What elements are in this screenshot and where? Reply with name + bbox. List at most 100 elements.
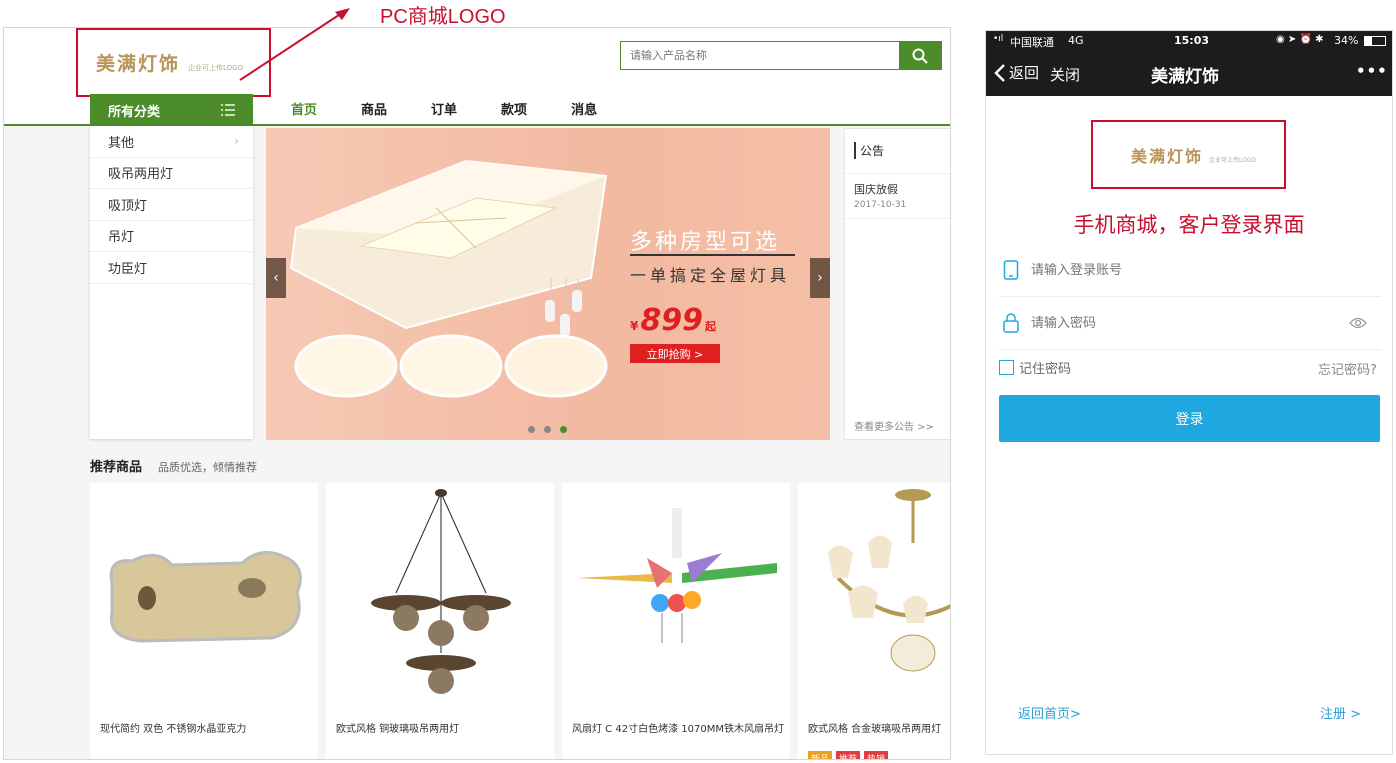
category-other[interactable]: 其他 › (90, 126, 253, 158)
login-button[interactable]: 登录 (999, 395, 1380, 442)
network-type: 4G (1068, 34, 1084, 47)
category-list: 其他 › 吸吊两用灯 吸顶灯 吊灯 功臣灯 (90, 126, 253, 439)
product-card[interactable]: 风扇灯 C 42寸白色烤漆 1070MM铁木风扇吊灯 (562, 483, 790, 759)
search-input[interactable] (621, 42, 899, 69)
banner-divider (630, 254, 795, 256)
mobile-logo-text: 美满灯饰 (1131, 146, 1204, 166)
phone-icon (1003, 260, 1019, 280)
notice-title: 公告 (854, 142, 884, 159)
product-image (828, 489, 950, 672)
nav-messages[interactable]: 消息 (571, 99, 597, 118)
remember-checkbox[interactable] (999, 360, 1014, 375)
back-button[interactable]: 返回 (994, 62, 1039, 83)
banner-price: ¥ 899 起 (630, 303, 716, 338)
remember-label: 记住密码 (1019, 362, 1072, 377)
banner-next-button[interactable]: › (810, 258, 830, 298)
battery-icon (1364, 36, 1386, 46)
banner-subline: 一单搞定全屋灯具 (630, 266, 791, 285)
tag-new: 新品 (808, 751, 833, 759)
banner-dot-1[interactable] (528, 426, 535, 433)
chevron-right-icon: › (234, 134, 239, 149)
close-button[interactable]: 关闭 (1050, 64, 1080, 85)
category-label: 功臣灯 (108, 261, 148, 277)
password-input[interactable] (1031, 315, 1331, 331)
banner-currency: ¥ (630, 319, 639, 333)
category-label: 吊灯 (108, 230, 135, 246)
category-label: 吸顶灯 (108, 198, 148, 214)
remember-password[interactable]: 记住密码 (999, 358, 1071, 377)
register-link[interactable]: 注册 > (1320, 703, 1361, 722)
tag-hot: 热销 (864, 751, 889, 759)
nav-home[interactable]: 首页 (291, 99, 317, 118)
lock-icon (1003, 313, 1019, 333)
product-image (109, 551, 302, 643)
title-bar: 返回 关闭 美满灯饰 ••• (986, 51, 1392, 96)
tag-recommend: 推荐 (836, 751, 861, 759)
product-card[interactable]: 欧式风格 合金玻璃吸吊两用灯 新品 推荐 热销 (798, 483, 950, 759)
banner-buy-button[interactable]: 立即抢购 > (630, 344, 720, 363)
notice-item-date: 2017-10-31 (854, 200, 907, 210)
mobile-annotation: 手机商城，客户登录界面 (1073, 213, 1305, 237)
forgot-password-link[interactable]: 忘记密码? (1318, 359, 1377, 378)
mobile-logo-sub: 企业可上传LOGO (1209, 157, 1257, 164)
more-menu-button[interactable]: ••• (1356, 62, 1388, 80)
banner-price-value: 899 (640, 303, 703, 338)
chevron-left-icon (994, 63, 1005, 82)
banner-headline: 多种房型可选 (630, 230, 781, 255)
menu-icon (221, 104, 235, 116)
notice-more-link[interactable]: 查看更多公告 >> (854, 418, 934, 433)
chevron-left-icon: ‹ (273, 270, 279, 286)
search-button[interactable] (899, 42, 941, 69)
back-home-link[interactable]: 返回首页> (1018, 703, 1081, 722)
back-label: 返回 (1009, 64, 1040, 82)
product-name: 欧式风格 合金玻璃吸吊两用灯 (808, 724, 942, 735)
category-header[interactable]: 所有分类 (90, 94, 253, 126)
annotation-arrow-icon (239, 8, 350, 81)
battery-level: 34% (1334, 34, 1359, 47)
product-name: 欧式风格 铜玻璃吸吊两用灯 (336, 724, 460, 735)
product-name: 风扇灯 C 42寸白色烤漆 1070MM铁木风扇吊灯 (572, 724, 784, 735)
product-card[interactable]: 现代简约 双色 不锈钢水晶亚克力 (90, 483, 318, 759)
eye-icon[interactable] (1349, 317, 1367, 329)
search-icon (912, 48, 928, 64)
recommend-subtitle: 品质优选，倾情推荐 (158, 461, 257, 474)
page-title: 美满灯饰 (1151, 67, 1219, 87)
password-field (999, 297, 1381, 350)
category-dual-lamp[interactable]: 吸吊两用灯 (90, 158, 253, 189)
product-image (371, 489, 511, 694)
notice-panel: 公告 国庆放假 2017-10-31 查看更多公告 >> (844, 128, 950, 440)
mobile-logo: 美满灯饰 企业可上传LOGO (1091, 120, 1286, 189)
category-label: 吸吊两用灯 (108, 167, 174, 183)
signal-icon: •ıl (993, 34, 1004, 44)
notice-item-title[interactable]: 国庆放假 (854, 181, 898, 197)
notice-divider (845, 173, 950, 174)
nav-payments[interactable]: 款项 (501, 99, 527, 118)
status-bar: •ıl 中国联通 4G 15:03 ◉ ➤ ⏰ ✱ 34% (986, 31, 1392, 51)
mobile-login-page: •ıl 中国联通 4G 15:03 ◉ ➤ ⏰ ✱ 34% 返回 关闭 美满灯饰… (985, 30, 1393, 755)
pc-logo-annotation: PC商城LOGO (380, 6, 506, 28)
category-gongchen-lamp[interactable]: 功臣灯 (90, 252, 253, 284)
clock: 15:03 (1174, 34, 1210, 47)
status-icons: ◉ ➤ ⏰ ✱ (1276, 34, 1324, 45)
category-ceiling-lamp[interactable]: 吸顶灯 (90, 189, 253, 221)
account-input[interactable] (1031, 262, 1331, 278)
pc-header: 美满灯饰 企业可上传LOGO 首页 商品 订单 款项 消息 所有分类 (4, 28, 950, 126)
product-image (577, 508, 777, 643)
nav-products[interactable]: 商品 (361, 99, 387, 118)
product-tags: 新品 推荐 热销 (808, 747, 892, 759)
promo-banner[interactable]: 多种房型可选 一单搞定全屋灯具 ¥ 899 起 立即抢购 > ‹ › (266, 128, 830, 440)
nav-orders[interactable]: 订单 (431, 99, 457, 118)
product-name: 现代简约 双色 不锈钢水晶亚克力 (100, 724, 247, 735)
banner-dot-3[interactable] (560, 426, 567, 433)
account-field (999, 244, 1381, 297)
product-card[interactable]: 欧式风格 铜玻璃吸吊两用灯 (326, 483, 554, 759)
banner-dot-2[interactable] (544, 426, 551, 433)
chevron-right-icon: › (817, 270, 823, 286)
recommend-title: 推荐商品 (90, 460, 143, 475)
category-label: 其他 (108, 135, 135, 151)
pc-store-page: 美满灯饰 企业可上传LOGO 首页 商品 订单 款项 消息 所有分类 (3, 27, 951, 760)
category-pendant-lamp[interactable]: 吊灯 (90, 221, 253, 252)
banner-prev-button[interactable]: ‹ (266, 258, 286, 298)
main-nav: 首页 商品 订单 款项 消息 (291, 99, 641, 118)
banner-price-suffix: 起 (704, 320, 716, 333)
